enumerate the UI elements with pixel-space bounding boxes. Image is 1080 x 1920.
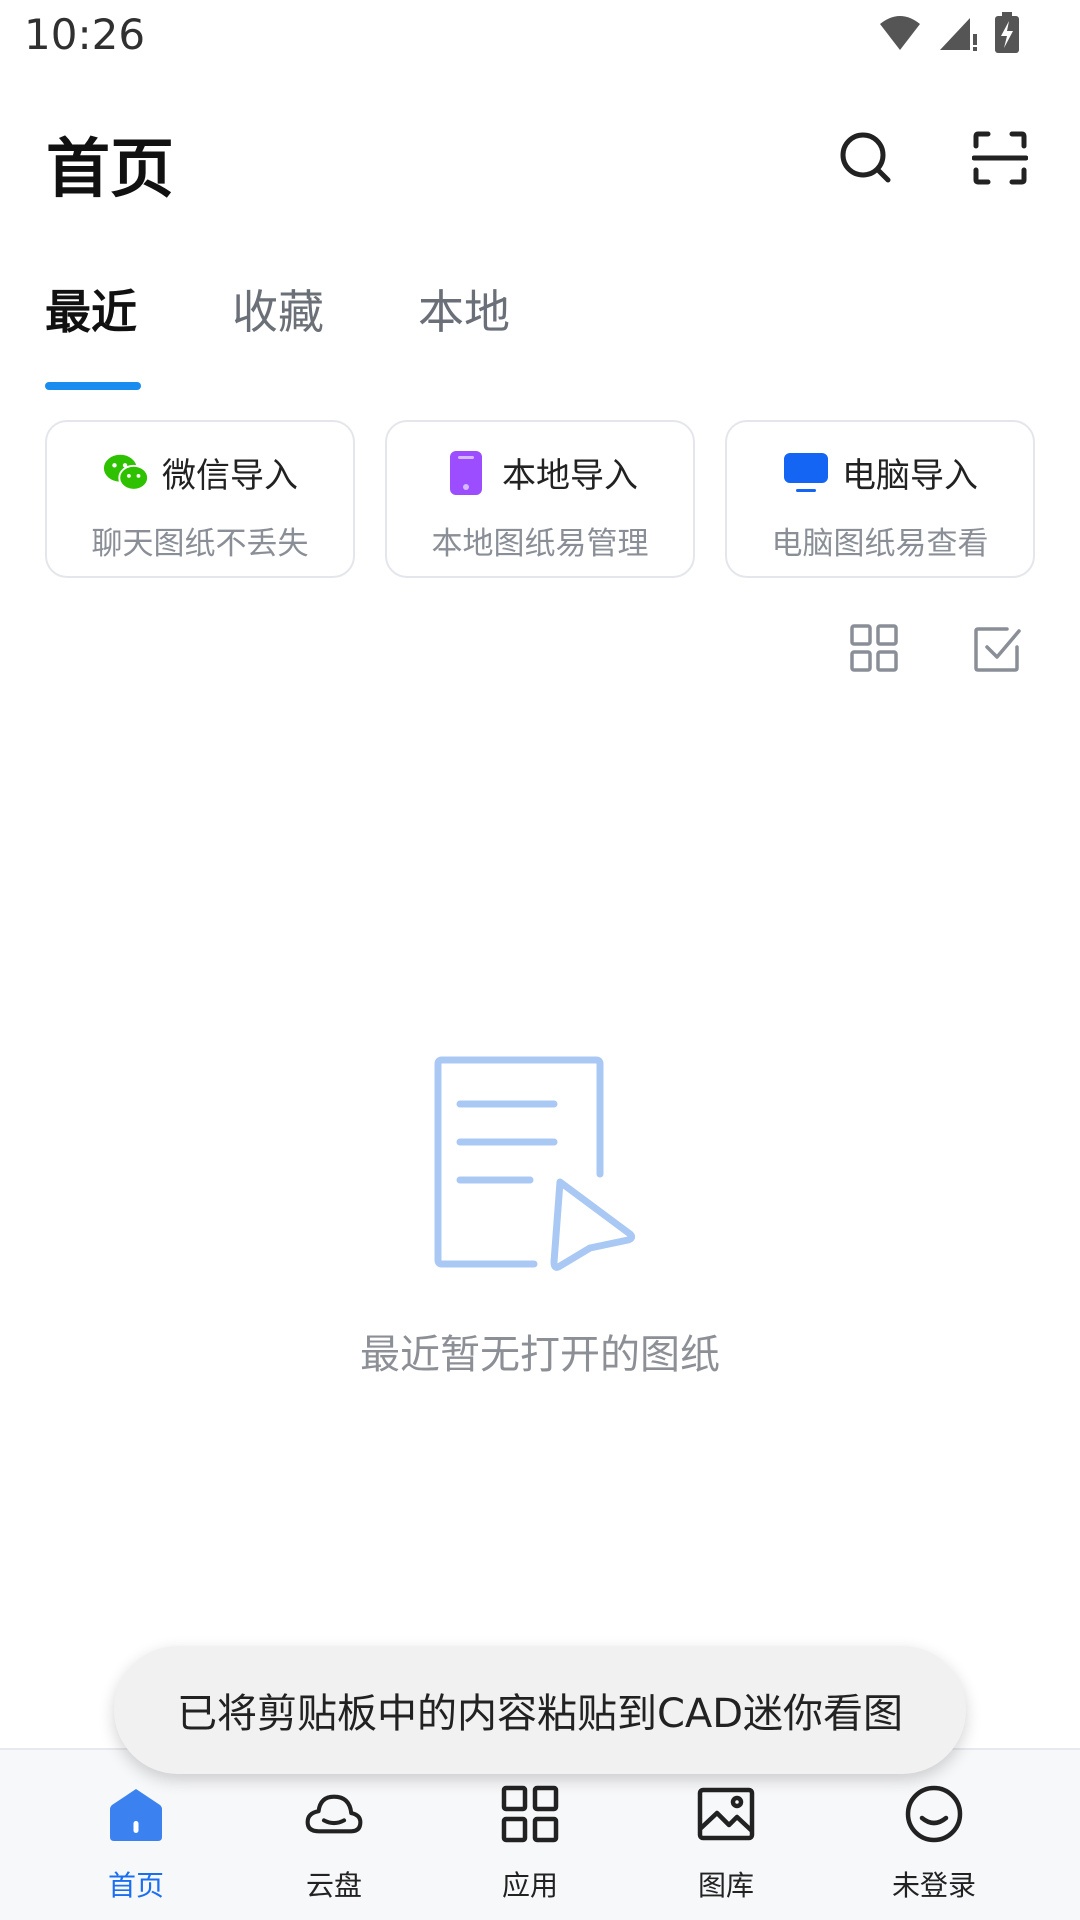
tab-favorites[interactable]: 收藏 — [232, 276, 324, 390]
wechat-import-card[interactable]: 微信导入 聊天图纸不丢失 — [45, 420, 355, 578]
wifi-icon — [878, 14, 922, 52]
checkbox-icon — [973, 623, 1023, 677]
tab-recent[interactable]: 最近 — [45, 276, 137, 390]
nav-label: 云盘 — [305, 1869, 362, 1902]
tab-local[interactable]: 本地 — [418, 276, 510, 390]
phone-icon — [442, 449, 490, 497]
nav-item-apps[interactable]: 应用 — [440, 1780, 620, 1910]
card-subtitle: 本地图纸易管理 — [431, 526, 649, 562]
nav-item-cloud[interactable]: 云盘 — [244, 1780, 424, 1910]
empty-document-icon — [430, 1052, 640, 1276]
tab-indicator — [45, 382, 141, 390]
scan-icon — [971, 130, 1029, 190]
screen: 10:26 首页 最近 收藏 本地 微信导入 聊天图纸不丢失 本地导入 本地图纸… — [0, 0, 1080, 1920]
card-subtitle: 聊天图纸不丢失 — [91, 526, 309, 562]
card-title: 本地导入 — [502, 456, 638, 496]
import-options: 微信导入 聊天图纸不丢失 本地导入 本地图纸易管理 电脑导入 电脑图纸易查看 — [45, 420, 1035, 578]
gallery-icon — [696, 1784, 756, 1844]
card-title-row: 本地导入 — [387, 448, 693, 497]
nav-item-gallery[interactable]: 图库 — [636, 1780, 816, 1910]
card-subtitle: 电脑图纸易查看 — [771, 526, 989, 562]
pc-import-card[interactable]: 电脑导入 电脑图纸易查看 — [725, 420, 1035, 578]
nav-label: 应用 — [501, 1869, 558, 1902]
nav-item-profile[interactable]: 未登录 — [844, 1780, 1024, 1910]
apps-icon — [500, 1784, 560, 1844]
search-icon — [838, 130, 894, 190]
user-face-icon — [904, 1784, 964, 1844]
local-import-card[interactable]: 本地导入 本地图纸易管理 — [385, 420, 695, 578]
monitor-icon — [782, 449, 830, 497]
card-title: 微信导入 — [162, 456, 298, 496]
status-time: 10:26 — [24, 10, 146, 59]
home-icon — [106, 1784, 166, 1844]
nav-label: 图库 — [697, 1869, 754, 1902]
grid-view-button[interactable] — [844, 620, 904, 680]
search-button[interactable] — [828, 122, 904, 198]
wechat-icon — [102, 449, 150, 497]
battery-charging-icon — [994, 12, 1020, 54]
status-bar: 10:26 — [0, 0, 1080, 74]
empty-state-message: 最近暂无打开的图纸 — [360, 1332, 720, 1378]
nav-label: 未登录 — [891, 1869, 976, 1902]
page-title: 首页 — [46, 133, 174, 207]
scan-button[interactable] — [962, 122, 1038, 198]
cloud-icon — [304, 1784, 364, 1844]
card-title-row: 电脑导入 — [727, 448, 1033, 497]
status-icons — [878, 12, 1020, 54]
card-title-row: 微信导入 — [47, 448, 353, 497]
signal-icon — [938, 14, 978, 52]
toast-message: 已将剪贴板中的内容粘贴到CAD迷你看图 — [114, 1646, 966, 1774]
tab-bar: 最近 收藏 本地 — [0, 276, 1080, 390]
card-title: 电脑导入 — [842, 456, 978, 496]
select-mode-button[interactable] — [968, 620, 1028, 680]
nav-item-home[interactable]: 首页 — [46, 1780, 226, 1910]
header: 首页 — [0, 100, 1080, 220]
grid-view-icon — [849, 623, 899, 677]
nav-label: 首页 — [107, 1869, 164, 1902]
